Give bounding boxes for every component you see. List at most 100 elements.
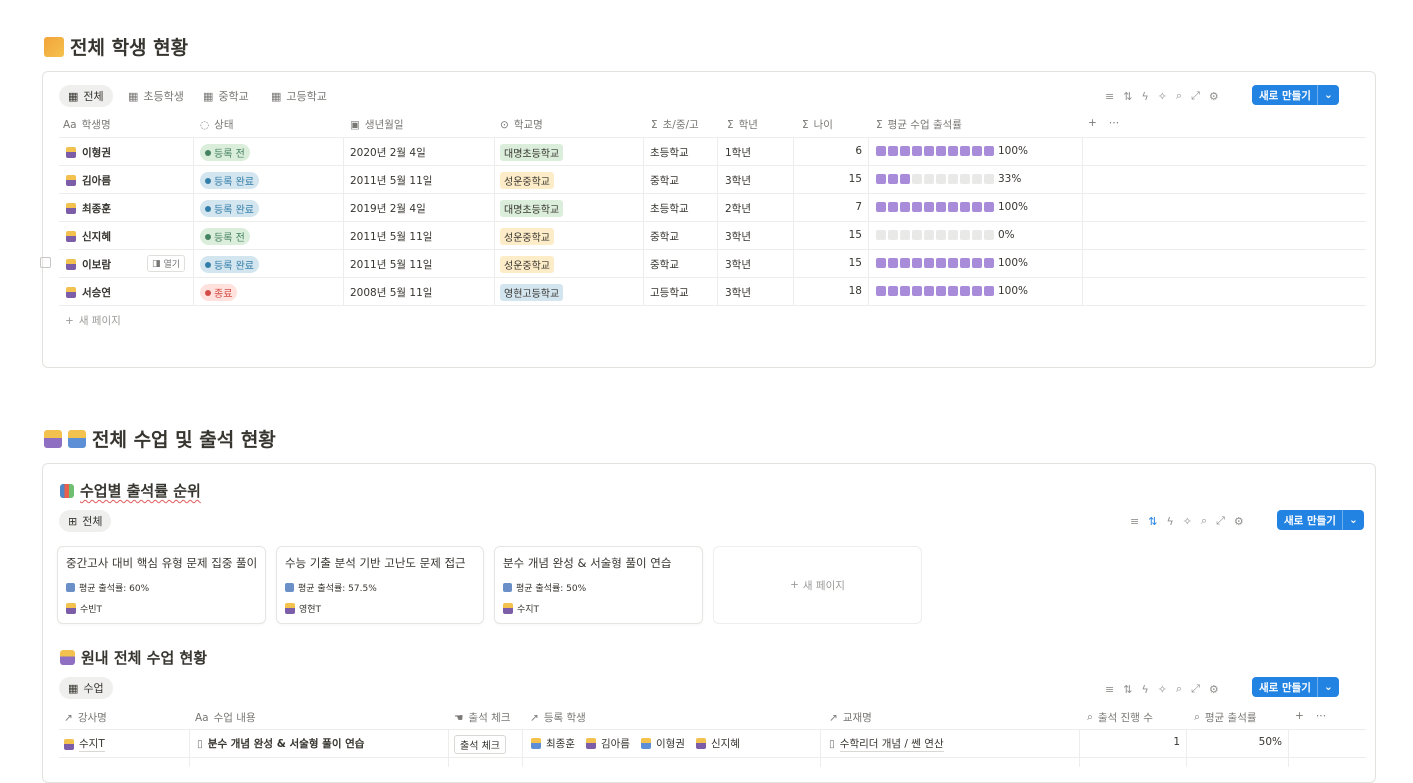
magic-icon[interactable]: ✧ (1158, 90, 1167, 103)
search-icon[interactable]: ⌕ (1176, 682, 1182, 696)
expand-icon[interactable]: ⤢ (1191, 89, 1200, 103)
expand-icon[interactable]: ⤢ (1216, 514, 1225, 528)
column-header-count[interactable]: ⌕ 출석 진행 수 (1087, 710, 1153, 725)
open-button[interactable]: ◨ 열기 (147, 255, 186, 272)
status-cell[interactable]: 종료 (200, 284, 238, 301)
new-button[interactable]: 새로 만들기 ⌄ (1277, 510, 1364, 530)
settings-icon[interactable]: ⚙ (1209, 90, 1219, 103)
filter-icon[interactable]: ≡ (1105, 90, 1114, 103)
class-row-content[interactable]: ▯ 분수 개념 완성 & 서술형 풀이 연습 (197, 736, 364, 751)
divider (59, 729, 1366, 730)
age-cell: 6 (855, 145, 862, 157)
class-row-book[interactable]: ▯ 수학리더 개념 / 쎈 연산 (829, 736, 944, 752)
column-header-content[interactable]: Aa 수업 내용 (195, 710, 256, 725)
column-header-book[interactable]: ↗ 교재명 (829, 710, 872, 725)
attendance-check-button[interactable]: 출석 체크 (454, 735, 506, 754)
divider (189, 729, 190, 767)
status-cell[interactable]: 등록 완료 (200, 256, 259, 273)
search-icon[interactable]: ⌕ (1176, 89, 1182, 103)
column-header-birth[interactable]: ▣ 생년월일 (350, 117, 404, 132)
column-header-teacher[interactable]: ↗ 강사명 (64, 710, 107, 725)
student-name-cell[interactable]: 신지혜 (66, 229, 111, 244)
chevron-down-icon[interactable]: ⌄ (1316, 85, 1339, 105)
school-cell[interactable]: 대명초등학교 (500, 144, 564, 161)
sort-icon[interactable]: ⇅ (1148, 515, 1157, 528)
student-name-cell[interactable]: 김아름 (66, 173, 111, 188)
column-header-status[interactable]: ◌ 상태 (200, 117, 234, 132)
tab-elementary[interactable]: ▦ 초등학생 (119, 85, 193, 107)
tab-gallery-all[interactable]: ⊞ 전체 (59, 510, 112, 532)
class-row-teacher[interactable]: 수지T (64, 736, 105, 752)
school-cell[interactable]: 영현고등학교 (500, 284, 564, 301)
search-icon[interactable]: ⌕ (1201, 514, 1207, 528)
automation-icon[interactable]: ϟ (1141, 683, 1148, 696)
school-cell[interactable]: 성운중학교 (500, 172, 554, 189)
student-name-cell[interactable]: 이형권 (66, 145, 111, 160)
birth-cell[interactable]: 2019년 2월 4일 (350, 201, 426, 216)
magic-icon[interactable]: ✧ (1183, 515, 1192, 528)
expand-icon[interactable]: ⤢ (1191, 682, 1200, 696)
column-header-school[interactable]: ⊙ 학교명 (500, 117, 543, 132)
attendance-bar-segment (924, 258, 934, 268)
filter-icon[interactable]: ≡ (1105, 683, 1114, 696)
status-cell[interactable]: 등록 완료 (200, 172, 259, 189)
more-icon[interactable]: ⋯ (1109, 117, 1120, 129)
automation-icon[interactable]: ϟ (1141, 90, 1148, 103)
sort-icon[interactable]: ⇅ (1123, 90, 1132, 103)
more-icon[interactable]: ⋯ (1316, 710, 1327, 722)
new-page-row[interactable]: + 새 페이지 (65, 313, 121, 328)
status-cell[interactable]: 등록 완료 (200, 200, 259, 217)
column-header-students[interactable]: ↗ 등록 학생 (530, 710, 586, 725)
column-header-level[interactable]: Σ 초/중/고 (651, 117, 699, 132)
class-card[interactable]: 분수 개념 완성 & 서술형 풀이 연습 평균 출석률: 50% 수지T (494, 546, 703, 624)
settings-icon[interactable]: ⚙ (1234, 515, 1244, 528)
status-cell[interactable]: 등록 전 (200, 144, 250, 161)
new-page-card[interactable]: + 새 페이지 (713, 546, 922, 624)
school-cell[interactable]: 성운중학교 (500, 256, 554, 273)
student-name-cell[interactable]: 이보람 (66, 257, 111, 272)
add-column-icon[interactable]: + (1295, 710, 1304, 722)
automation-icon[interactable]: ϟ (1166, 515, 1173, 528)
sort-icon[interactable]: ⇅ (1123, 683, 1132, 696)
birth-cell[interactable]: 2011년 5월 11일 (350, 229, 432, 244)
birth-cell[interactable]: 2008년 5월 11일 (350, 285, 432, 300)
chevron-down-icon[interactable]: ⌄ (1316, 677, 1339, 697)
school-cell[interactable]: 대명초등학교 (500, 200, 564, 217)
column-header-rate[interactable]: ⌕ 평균 출석률 (1194, 710, 1257, 725)
new-button[interactable]: 새로 만들기 ⌄ (1252, 85, 1339, 105)
filter-icon[interactable]: ≡ (1130, 515, 1139, 528)
birth-cell[interactable]: 2011년 5월 11일 (350, 257, 432, 272)
attendance-bar-segment (984, 202, 994, 212)
tab-high[interactable]: ▦ 고등학교 (262, 85, 336, 107)
divider (59, 137, 1366, 138)
column-header-name[interactable]: Aa 학생명 (63, 117, 111, 132)
class-card[interactable]: 수능 기출 분석 기반 고난도 문제 접근 평균 출석률: 57.5% 영현T (276, 546, 484, 624)
tab-all[interactable]: ▦ 전체 (59, 85, 113, 107)
settings-icon[interactable]: ⚙ (1209, 683, 1219, 696)
attendance-bar-segment (972, 286, 982, 296)
tab-middle[interactable]: ▦ 중학교 (194, 85, 258, 107)
class-row-students[interactable]: 최종훈 김아름 이형권 신지혜 (531, 736, 740, 751)
column-header-attendance[interactable]: Σ 평균 수업 출석률 (876, 117, 962, 132)
student-avatar-icon (66, 147, 76, 158)
student-name-cell[interactable]: 최종훈 (66, 201, 111, 216)
row-checkbox[interactable] (40, 257, 51, 268)
chevron-down-icon[interactable]: ⌄ (1341, 510, 1364, 530)
attendance-bar-segment (888, 202, 898, 212)
magic-icon[interactable]: ✧ (1158, 683, 1167, 696)
status-dot-icon (205, 177, 211, 184)
attendance-bar-segment (960, 286, 970, 296)
tab-classes[interactable]: ▦ 수업 (59, 677, 113, 699)
birth-cell[interactable]: 2011년 5월 11일 (350, 173, 432, 188)
add-column-icon[interactable]: + (1088, 117, 1097, 129)
student-name-cell[interactable]: 서승연 (66, 285, 111, 300)
column-header-grade[interactable]: Σ 학년 (727, 117, 758, 132)
school-cell[interactable]: 성운중학교 (500, 228, 554, 245)
birth-cell[interactable]: 2020년 2월 4일 (350, 145, 426, 160)
class-card[interactable]: 중간고사 대비 핵심 유형 문제 집중 풀이 평균 출석률: 60% 수빈T (57, 546, 266, 624)
new-button[interactable]: 새로 만들기 ⌄ (1252, 677, 1339, 697)
status-cell[interactable]: 등록 전 (200, 228, 250, 245)
column-header-age[interactable]: Σ 나이 (802, 117, 833, 132)
age-cell: 18 (848, 285, 862, 297)
column-header-check[interactable]: ☚ 출석 체크 (454, 710, 510, 725)
